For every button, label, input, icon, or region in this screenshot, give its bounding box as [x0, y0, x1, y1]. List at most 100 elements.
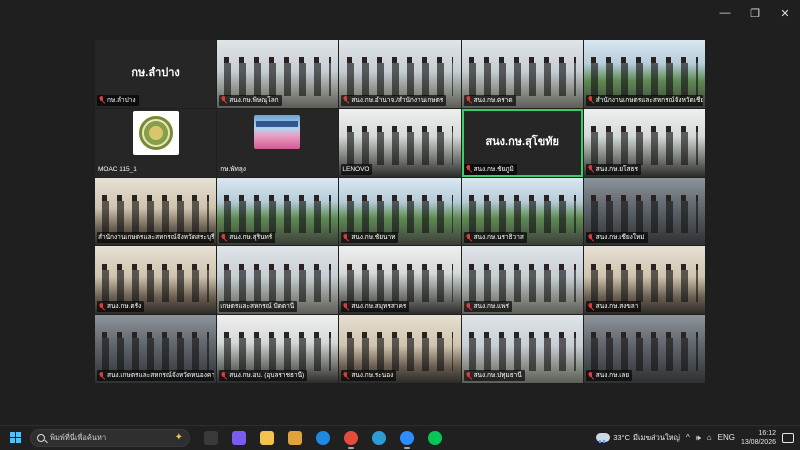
- speaker-icon[interactable]: 🕪: [696, 433, 701, 443]
- participant-name-text: สนง.กษ.อำนาจ./สำนักงานเกษตร: [351, 96, 444, 104]
- taskbar-search-box[interactable]: พิมพ์ที่นี่เพื่อค้นหา ✦: [30, 428, 190, 447]
- internet-explorer-icon[interactable]: [312, 427, 334, 449]
- start-button[interactable]: [0, 426, 30, 450]
- participant-tile[interactable]: สำนักงานเกษตรและสหกรณ์จังหวัดเชียงราย: [583, 40, 705, 108]
- participant-video-feed: [346, 338, 454, 371]
- participant-tile[interactable]: กษ.พัทลุง: [217, 108, 339, 177]
- participant-tile[interactable]: สนง.กษ.พิษณุโลก: [217, 40, 339, 108]
- participant-name-label: สนง.กษ.แพร่: [463, 301, 512, 313]
- network-icon[interactable]: ⌂: [707, 433, 712, 442]
- internet-explorer-icon-glyph: [316, 430, 330, 445]
- participant-name-text: สนง.กษ.ระนอง: [351, 372, 394, 379]
- taskbar-clock[interactable]: 16:12 13/08/2026: [741, 429, 776, 447]
- participant-name-text: MOAC 115_1: [98, 165, 137, 173]
- participant-video-feed: [468, 338, 576, 371]
- line-icon[interactable]: [424, 427, 446, 449]
- participant-tile[interactable]: สนง.กษ.สมุทรสาคร: [339, 246, 461, 315]
- task-view-icon-glyph: [204, 430, 218, 445]
- participant-tile[interactable]: กษ.ลำปาง กษ.ลำปาง: [95, 40, 217, 108]
- muted-mic-icon: [342, 302, 349, 311]
- participant-video-feed: [102, 200, 209, 234]
- participant-video-feed: [591, 132, 698, 165]
- muted-mic-icon: [465, 96, 472, 104]
- window-controls: — ❐ ✕: [710, 4, 800, 22]
- participant-name-text: สนง.เกษตรและสหกรณ์จังหวัดหนองคาย: [107, 372, 215, 379]
- profile-picture-avatar: [254, 114, 301, 149]
- participant-tile[interactable]: สนง.กษ.ยโสธร: [583, 108, 705, 177]
- muted-mic-icon: [465, 371, 472, 380]
- file-explorer-icon[interactable]: [256, 427, 278, 449]
- participant-name-label: เกษตรและสหกรณ์ ปัตตานี: [219, 301, 298, 313]
- participant-name-text: สนง.กษ.อบ. (อุบลราชธานี): [229, 372, 305, 379]
- participant-tile[interactable]: สนง.กษ.ชัยนาท: [339, 177, 461, 246]
- participant-name-text: สนง.กษ.แพร่: [473, 303, 509, 311]
- notification-center-icon[interactable]: [782, 432, 794, 443]
- participant-video-feed: [591, 63, 698, 96]
- muted-mic-icon: [465, 165, 472, 173]
- participant-name-text: สนง.กษ.สมุทรสาคร: [351, 303, 407, 311]
- chrome-icon-glyph: [344, 430, 358, 445]
- participant-tile[interactable]: สนง.กษ.ระนอง: [339, 315, 461, 383]
- moac-seal-icon: [139, 115, 173, 150]
- participant-name-label: สนง.กษ.ตรัง: [97, 301, 145, 313]
- participant-name-text: สำนักงานเกษตรและสหกรณ์จังหวัดเชียงราย: [595, 96, 703, 104]
- moac-logo-avatar: [133, 110, 179, 155]
- pen-app-icon[interactable]: [284, 427, 306, 449]
- participant-tile[interactable]: สนง.กษ.เลย: [583, 315, 705, 383]
- participant-name-label: สำนักงานเกษตรและสหกรณ์จังหวัดเชียงราย: [585, 94, 703, 106]
- show-hidden-icons-chevron-icon[interactable]: ^: [686, 433, 690, 442]
- edge-icon[interactable]: [368, 427, 390, 449]
- participant-tile[interactable]: MOAC 115_1: [95, 108, 217, 177]
- participant-name-text: สนง.กษ.สงขลา: [595, 303, 639, 311]
- muted-mic-icon: [98, 96, 105, 104]
- taskbar-apps: [200, 427, 446, 449]
- minimize-button[interactable]: —: [710, 4, 740, 22]
- participant-name-label: สนง.กษ.ปทุมธานี: [463, 370, 525, 381]
- participant-name-center: กษ.ลำปาง: [131, 67, 180, 80]
- task-view-icon[interactable]: [200, 427, 222, 449]
- zoom-icon[interactable]: [396, 427, 418, 449]
- participant-tile[interactable]: สนง.กษ.นราธิวาส: [461, 177, 583, 246]
- participant-name-label: สนง.กษ.ชัยนาท: [341, 232, 399, 244]
- participant-video-feed: [591, 338, 698, 371]
- participant-video-feed: [468, 200, 576, 234]
- weather-widget[interactable]: 33°C มีเมฆส่วนใหญ่: [596, 432, 680, 444]
- participant-name-text: สนง.กษ.สุรินทร์: [229, 234, 273, 242]
- participant-video-feed: [346, 269, 454, 303]
- participant-name-label: สนง.กษ.สงขลา: [585, 301, 642, 313]
- participant-tile[interactable]: สนง.กษ.ตรัง: [95, 246, 217, 315]
- restore-button[interactable]: ❐: [740, 4, 770, 22]
- participant-tile[interactable]: สนง.กษ.สุโขทัย สนง.กษ.ชัยภูมิ: [461, 108, 583, 177]
- participant-name-text: กษ.พัทลุง: [220, 165, 246, 173]
- participant-tile[interactable]: สนง.กษ.ตราด: [461, 40, 583, 108]
- participant-tile[interactable]: สนง.กษ.สุรินทร์: [217, 177, 339, 246]
- participant-tile[interactable]: LENOVO: [339, 108, 461, 177]
- participant-name-text: สนง.กษ.เลย: [595, 372, 630, 379]
- participant-video-feed: [102, 269, 209, 303]
- chrome-icon[interactable]: [340, 427, 362, 449]
- participant-tile[interactable]: สนง.เกษตรและสหกรณ์จังหวัดหนองคาย: [95, 315, 217, 383]
- participant-video-feed: [102, 338, 209, 371]
- participant-tile[interactable]: สนง.กษ.สงขลา: [583, 246, 705, 315]
- participant-tile[interactable]: เกษตรและสหกรณ์ ปัตตานี: [217, 246, 339, 315]
- input-language-indicator[interactable]: ENG: [718, 433, 735, 442]
- participant-tile[interactable]: สนง.กษ.เชียงใหม่: [583, 177, 705, 246]
- close-button[interactable]: ✕: [770, 4, 800, 22]
- participant-tile[interactable]: สำนักงานเกษตรและสหกรณ์จังหวัดสระบุรี: [95, 177, 217, 246]
- muted-mic-icon: [220, 96, 227, 104]
- participant-tile[interactable]: สนง.กษ.ปทุมธานี: [461, 315, 583, 383]
- participant-name-center: สนง.กษ.สุโขทัย: [485, 135, 559, 148]
- participant-name-label: สนง.กษ.อำนาจ./สำนักงานเกษตร: [341, 94, 447, 106]
- participant-tile[interactable]: สนง.กษ.อำนาจ./สำนักงานเกษตร: [339, 40, 461, 108]
- muted-mic-icon: [98, 302, 105, 311]
- copilot-icon[interactable]: [228, 427, 250, 449]
- muted-mic-icon: [587, 302, 594, 311]
- participant-video-feed: [224, 269, 332, 303]
- participant-tile[interactable]: สนง.กษ.อบ. (อุบลราชธานี): [217, 315, 339, 383]
- line-icon-glyph: [428, 430, 442, 445]
- participant-name-label: LENOVO: [341, 163, 373, 175]
- participant-name-label: สนง.กษ.สุรินทร์: [219, 232, 276, 244]
- participant-name-label: สนง.กษ.สมุทรสาคร: [341, 301, 410, 313]
- participant-tile[interactable]: สนง.กษ.แพร่: [461, 246, 583, 315]
- participant-name-text: สนง.กษ.ปทุมธานี: [473, 372, 522, 379]
